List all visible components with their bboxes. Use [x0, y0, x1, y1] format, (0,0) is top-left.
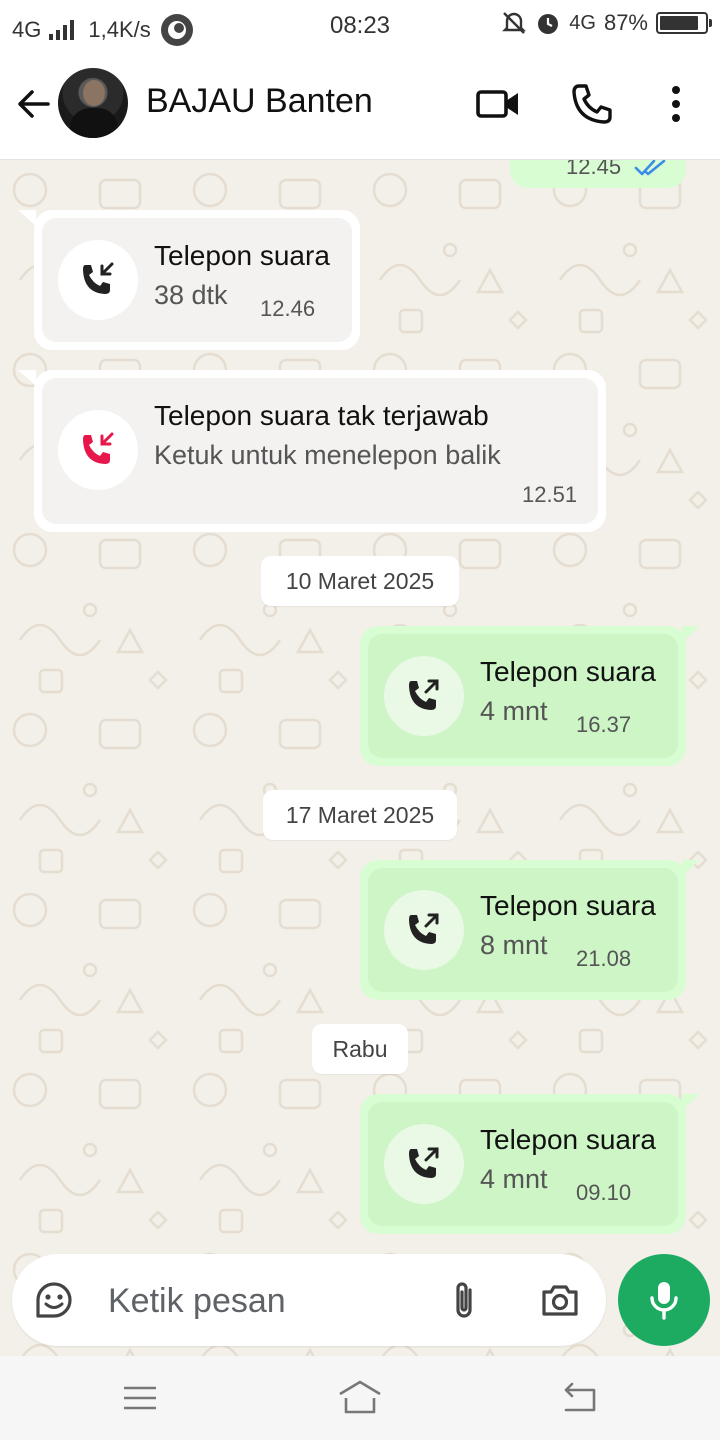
status-bar: 4G 1,4K/s 08:23 4G 87%	[0, 0, 720, 50]
home-icon[interactable]	[336, 1376, 384, 1420]
chat-header: BAJAU Banten	[0, 50, 720, 160]
call-card[interactable]: Telepon suara 8 mnt 21.08	[368, 868, 678, 992]
missed-call-icon	[83, 432, 114, 464]
outgoing-call-bubble[interactable]: Telepon suara 4 mnt 09.10	[360, 1094, 686, 1234]
call-card[interactable]: Telepon suara 4 mnt 09.10	[368, 1102, 678, 1226]
call-card[interactable]: Telepon suara 38 dtk 12.46	[42, 218, 352, 342]
outgoing-call-icon	[409, 913, 439, 944]
call-icon-circle	[384, 656, 464, 736]
message-bubble-partial[interactable]: 12.45	[510, 160, 686, 188]
date-separator: 10 Maret 2025	[261, 556, 459, 606]
battery-icon	[656, 12, 712, 34]
call-back-hint: Ketuk untuk menelepon balik	[154, 440, 501, 470]
outgoing-call-bubble[interactable]: Telepon suara 8 mnt 21.08	[360, 860, 686, 1000]
call-time: 12.51	[522, 482, 578, 507]
recent-apps-icon[interactable]	[116, 1376, 164, 1420]
sticker-icon[interactable]	[32, 1278, 76, 1322]
call-icon-circle	[58, 240, 138, 320]
call-title: Telepon suara	[480, 656, 656, 687]
message-input-placeholder[interactable]: Ketik pesan	[108, 1282, 286, 1321]
incoming-call-icon	[83, 262, 114, 294]
alarm-icon	[538, 14, 559, 34]
camera-icon[interactable]	[538, 1278, 582, 1322]
call-icon-circle	[58, 410, 138, 490]
message-time: 12.45	[566, 160, 622, 179]
incoming-call-bubble[interactable]: Telepon suara 38 dtk 12.46	[34, 210, 360, 350]
battery-percent: 87%	[603, 10, 648, 35]
bubble-tail	[18, 210, 36, 226]
call-title: Telepon suara tak terjawab	[154, 400, 489, 431]
call-title: Telepon suara	[480, 1124, 656, 1155]
date-separator: 17 Maret 2025	[263, 790, 457, 840]
call-icon-circle	[384, 890, 464, 970]
outgoing-call-bubble[interactable]: Telepon suara 4 mnt 16.37	[360, 626, 686, 766]
mic-icon	[650, 1282, 678, 1320]
call-card[interactable]: Telepon suara 4 mnt 16.37	[368, 634, 678, 758]
message-input-bar[interactable]: Ketik pesan	[12, 1254, 606, 1346]
call-duration: 4 mnt	[480, 696, 548, 726]
chat-area[interactable]: 12.45 Telepon suara 38 dtk 12.46 Telepon…	[0, 160, 720, 1356]
voice-call-icon[interactable]	[568, 80, 616, 128]
call-duration: 8 mnt	[480, 930, 548, 960]
call-title: Telepon suara	[480, 890, 656, 921]
call-time: 09.10	[576, 1180, 632, 1205]
back-arrow-icon[interactable]	[14, 84, 54, 124]
more-options-icon[interactable]	[652, 80, 700, 128]
outgoing-call-icon	[409, 679, 439, 710]
video-call-icon[interactable]	[474, 80, 522, 128]
call-duration: 38 dtk	[154, 280, 228, 310]
back-nav-icon[interactable]	[556, 1376, 604, 1420]
system-nav-bar	[0, 1356, 720, 1440]
missed-call-bubble[interactable]: Telepon suara tak terjawab Ketuk untuk m…	[34, 370, 606, 532]
status-right: 4G 87%	[501, 10, 712, 36]
mic-button[interactable]	[618, 1254, 710, 1346]
call-duration: 4 mnt	[480, 1164, 548, 1194]
call-title: Telepon suara	[154, 240, 330, 271]
mute-icon	[502, 12, 527, 34]
avatar[interactable]	[58, 68, 128, 138]
bubble-tail	[18, 370, 36, 386]
call-icon-circle	[384, 1124, 464, 1204]
outgoing-call-icon	[409, 1147, 439, 1178]
call-time: 16.37	[576, 712, 632, 737]
call-time: 21.08	[576, 946, 632, 971]
call-time: 12.46	[260, 296, 316, 321]
attach-icon[interactable]	[444, 1278, 484, 1322]
network-right-label: 4G	[569, 11, 596, 34]
date-separator: Rabu	[312, 1024, 408, 1074]
contact-name[interactable]: BAJAU Banten	[146, 82, 373, 121]
call-card[interactable]: Telepon suara tak terjawab Ketuk untuk m…	[42, 378, 598, 524]
read-ticks-icon	[634, 160, 666, 176]
